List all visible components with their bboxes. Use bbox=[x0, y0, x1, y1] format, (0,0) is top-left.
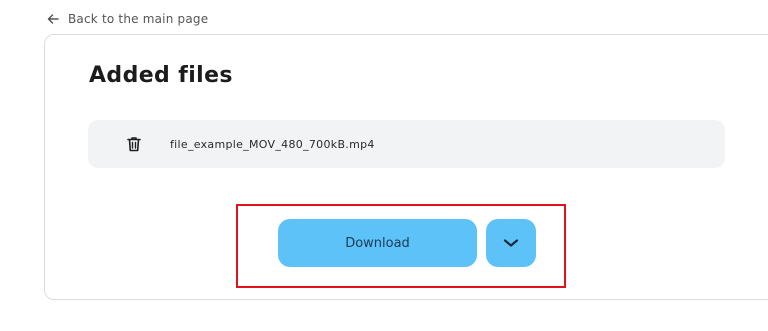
download-button[interactable]: Download bbox=[278, 219, 477, 267]
trash-icon[interactable] bbox=[124, 134, 144, 154]
back-link[interactable]: Back to the main page bbox=[46, 12, 208, 26]
back-link-label: Back to the main page bbox=[68, 12, 209, 26]
chevron-down-icon bbox=[503, 238, 519, 248]
list-item: file_example_MOV_480_700kB.mp4 bbox=[88, 120, 725, 168]
download-options-button[interactable] bbox=[486, 219, 536, 267]
page-title: Added files bbox=[89, 63, 233, 88]
file-name: file_example_MOV_480_700kB.mp4 bbox=[170, 137, 375, 151]
arrow-left-icon bbox=[46, 12, 60, 26]
